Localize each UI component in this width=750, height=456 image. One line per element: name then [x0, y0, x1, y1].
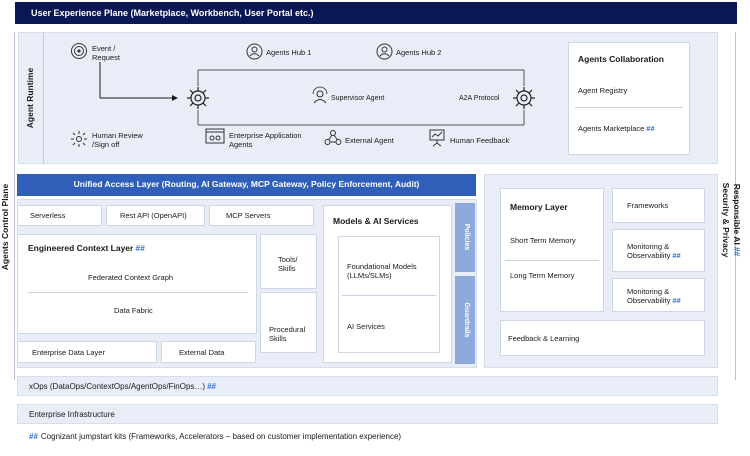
event-icon	[71, 43, 87, 59]
long-term-memory-label: Long Term Memory	[510, 271, 575, 280]
footnote-hash: ##	[29, 432, 38, 441]
memory-layer-title: Memory Layer	[510, 202, 568, 212]
agents-marketplace-label: Agents Marketplace ##	[578, 124, 655, 133]
foundational-models-label: Foundational Models	[347, 262, 417, 271]
engineered-context-title: Engineered Context Layer ##	[28, 244, 145, 253]
foundational-models-label-2: (LLMs/SLMs)	[347, 271, 392, 280]
feedback-icon	[429, 129, 445, 147]
observability-hash-1: ##	[672, 251, 681, 260]
supervisor-agent-label: Supervisor Agent	[331, 95, 385, 102]
hub-icon	[246, 43, 263, 60]
agents-collaboration-title: Agents Collaboration	[578, 54, 664, 64]
enterprise-app-agents-label-2: Agents	[229, 140, 253, 149]
agent-registry-label: Agent Registry	[578, 86, 628, 95]
ai-services-label: AI Services	[347, 322, 385, 331]
human-review-label-2: /Sign off	[92, 140, 120, 149]
external-agent-icon	[324, 130, 342, 145]
unified-access-layer-label: Unified Access Layer (Routing, AI Gatewa…	[73, 179, 420, 189]
human-feedback-label: Human Feedback	[450, 136, 510, 145]
supervisor-icon	[312, 86, 328, 104]
external-agent-label: External Agent	[345, 136, 394, 145]
agents-marketplace-hash: ##	[646, 124, 655, 133]
event-request-label: Event /	[92, 44, 116, 53]
agents-marketplace-text: Agents Marketplace	[578, 124, 645, 133]
procedural-skills-label-2: Skills	[269, 334, 287, 343]
enterprise-infrastructure-bar	[17, 404, 718, 424]
app-agents-icon	[205, 128, 225, 144]
collaboration-divider	[575, 107, 683, 108]
gear-icon	[187, 87, 209, 109]
observability-text-2: Observability	[627, 296, 671, 305]
engineered-context-hash: ##	[135, 243, 145, 253]
feedback-learning-label: Feedback & Learning	[508, 334, 580, 343]
xops-label: xOps (DataOps/ContextOps/AgentOps/FinOps…	[29, 382, 216, 391]
guardrails-label: Guardrails	[463, 302, 470, 338]
policies-label: Policies	[463, 223, 470, 251]
enterprise-app-agents-label: Enterprise Application	[229, 131, 302, 140]
observability-hash-2: ##	[672, 296, 681, 305]
memory-divider	[505, 260, 599, 261]
external-data-label: External Data	[179, 348, 225, 357]
enterprise-data-layer-label: Enterprise Data Layer	[32, 348, 105, 357]
xops-text: xOps (DataOps/ContextOps/AgentOps/FinOps…	[29, 382, 206, 391]
footnote: ## Cognizant jumpstart kits (Frameworks, …	[29, 432, 401, 441]
footnote-text: Cognizant jumpstart kits (Frameworks, Ac…	[40, 432, 402, 441]
procedural-skills-label: Procedural	[269, 325, 306, 334]
serverless-label: Serverless	[30, 211, 66, 220]
mcp-servers-label: MCP Servers	[226, 211, 271, 220]
monitoring-label-2: Monitoring &	[627, 287, 670, 296]
event-request-label-2: Request	[92, 53, 120, 62]
agents-hub-1-label: Agents Hub 1	[266, 48, 312, 57]
context-divider	[28, 292, 248, 293]
enterprise-infrastructure-label: Enterprise Infrastructure	[29, 410, 115, 419]
monitoring-label-1: Monitoring &	[627, 242, 670, 251]
rest-api-label: Rest API (OpenAPI)	[120, 211, 187, 220]
data-fabric-label: Data Fabric	[114, 306, 153, 315]
xops-hash: ##	[207, 382, 216, 391]
models-ai-services-title: Models & AI Services	[333, 216, 419, 226]
models-divider	[342, 295, 436, 296]
hub-icon	[376, 43, 393, 60]
a2a-protocol-label: A2A Protocol	[459, 95, 500, 102]
procedural-skills-box	[260, 292, 317, 353]
human-review-label: Human Review	[92, 131, 143, 140]
federated-context-graph-label: Federated Context Graph	[88, 273, 174, 282]
observability-label-1: Observability ##	[627, 251, 681, 260]
tools-skills-label-2: Skills	[278, 264, 296, 273]
short-term-memory-label: Short Term Memory	[510, 236, 576, 245]
engineered-context-text: Engineered Context Layer	[28, 243, 134, 253]
gear-icon	[513, 87, 535, 109]
agents-hub-2-label: Agents Hub 2	[396, 48, 442, 57]
observability-label-2: Observability ##	[627, 296, 681, 305]
observability-text-1: Observability	[627, 251, 671, 260]
frameworks-label: Frameworks	[627, 201, 669, 210]
tools-skills-label: Tools/	[278, 255, 298, 264]
human-review-icon	[71, 131, 87, 147]
